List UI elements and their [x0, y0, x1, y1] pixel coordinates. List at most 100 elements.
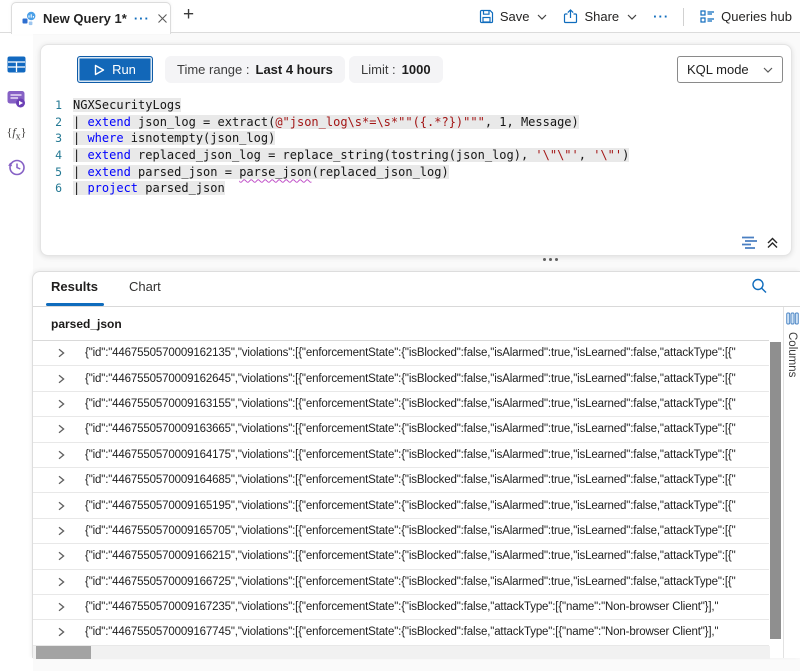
table-row[interactable]: {"id":"4467550570009165195","violations"…	[33, 493, 769, 518]
expand-row-icon[interactable]	[56, 577, 66, 587]
share-button[interactable]: Share	[563, 9, 637, 24]
saved-scripts-icon[interactable]	[7, 89, 26, 108]
table-row[interactable]: {"id":"4467550570009163665","violations"…	[33, 417, 769, 442]
app-icon	[21, 11, 37, 27]
code-line[interactable]: 5| extend parsed_json = parse_json(repla…	[41, 163, 785, 180]
row-json-text: {"id":"4467550570009165195","violations"…	[85, 500, 736, 512]
vertical-scrollbar[interactable]	[770, 342, 781, 645]
run-button[interactable]: Run	[77, 56, 153, 83]
collapse-editor-icon[interactable]	[766, 237, 779, 249]
expand-row-icon[interactable]	[56, 627, 66, 637]
code-text: | extend parsed_json = parse_json(replac…	[73, 165, 449, 179]
query-editor-card: Run Time range : Last 4 hours Limit : 10…	[40, 44, 792, 256]
row-json-text: {"id":"4467550570009166215","violations"…	[85, 550, 736, 562]
code-line[interactable]: 3| where isnotempty(json_log)	[41, 130, 785, 147]
table-row[interactable]: {"id":"4467550570009166215","violations"…	[33, 544, 769, 569]
table-row[interactable]: {"id":"4467550570009167235","violations"…	[33, 595, 769, 620]
expand-row-icon[interactable]	[56, 526, 66, 536]
code-text: | where isnotempty(json_log)	[73, 131, 275, 145]
panel-resize-handle[interactable]	[543, 258, 558, 261]
table-row[interactable]: {"id":"4467550570009167745","violations"…	[33, 620, 769, 645]
query-tab[interactable]: New Query 1* ···	[11, 2, 171, 34]
save-icon	[479, 9, 494, 24]
table-row[interactable]: {"id":"4467550570009162645","violations"…	[33, 366, 769, 391]
line-number: 2	[41, 115, 73, 129]
expand-row-icon[interactable]	[56, 551, 66, 561]
horizontal-scrollbar[interactable]	[33, 646, 770, 659]
table-row[interactable]: {"id":"4467550570009166725","violations"…	[33, 570, 769, 595]
kql-mode-value: KQL mode	[687, 62, 749, 77]
expand-row-icon[interactable]	[56, 501, 66, 511]
save-chevron-down-icon[interactable]	[537, 14, 547, 20]
tab-chart[interactable]: Chart	[129, 279, 161, 294]
column-header-row[interactable]: parsed_json	[33, 307, 769, 341]
kql-mode-chevron-down-icon	[763, 67, 773, 73]
line-number: 5	[41, 165, 73, 179]
share-chevron-down-icon[interactable]	[627, 14, 637, 20]
kql-mode-select[interactable]: KQL mode	[677, 56, 783, 83]
table-explorer-icon[interactable]	[7, 55, 26, 74]
editor-tools	[741, 236, 779, 249]
expand-row-icon[interactable]	[56, 424, 66, 434]
queries-hub-button[interactable]: Queries hub	[700, 9, 792, 24]
top-actions: Save Share ···	[463, 0, 792, 33]
share-icon	[563, 9, 578, 24]
row-json-text: {"id":"4467550570009166725","violations"…	[85, 576, 736, 588]
row-json-text: {"id":"4467550570009167235","violations"…	[85, 601, 718, 613]
more-dots-icon: ···	[653, 10, 669, 23]
queries-hub-label: Queries hub	[721, 9, 792, 24]
limit-pill[interactable]: Limit : 1000	[349, 56, 443, 83]
line-number: 6	[41, 181, 73, 195]
actions-divider	[683, 8, 684, 26]
functions-icon[interactable]: {fx}	[7, 124, 26, 143]
row-json-text: {"id":"4467550570009163155","violations"…	[85, 398, 736, 410]
left-sidebar: {fx}	[0, 33, 33, 671]
table-row[interactable]: {"id":"4467550570009164685","violations"…	[33, 468, 769, 493]
line-number: 3	[41, 131, 73, 145]
row-json-text: {"id":"4467550570009167745","violations"…	[85, 626, 718, 638]
active-tab-underline	[46, 303, 104, 306]
time-range-pill[interactable]: Time range : Last 4 hours	[165, 56, 345, 83]
code-line[interactable]: 2| extend json_log = extract(@"json_log\…	[41, 114, 785, 131]
table-row[interactable]: {"id":"4467550570009162135","violations"…	[33, 341, 769, 366]
query-history-icon[interactable]	[7, 158, 26, 177]
results-tab-bar: Results Chart	[33, 272, 800, 307]
tab-results[interactable]: Results	[51, 279, 98, 294]
results-panel: Results Chart parsed_json {"id":"4467550…	[32, 271, 800, 658]
columns-panel-tab[interactable]: Columns	[783, 307, 800, 658]
table-row[interactable]: {"id":"4467550570009163155","violations"…	[33, 392, 769, 417]
app-window: Save Share ···	[0, 0, 800, 671]
columns-icon	[786, 312, 799, 325]
tab-close-icon[interactable]	[157, 13, 168, 24]
expand-row-icon[interactable]	[56, 450, 66, 460]
row-json-text: {"id":"4467550570009164175","violations"…	[85, 449, 736, 461]
results-rows: {"id":"4467550570009162135","violations"…	[33, 341, 769, 646]
expand-row-icon[interactable]	[56, 348, 66, 358]
save-button[interactable]: Save	[479, 9, 548, 24]
expand-row-icon[interactable]	[56, 602, 66, 612]
search-icon[interactable]	[751, 278, 768, 295]
table-row[interactable]: {"id":"4467550570009165705","violations"…	[33, 519, 769, 544]
code-line[interactable]: 1NGXSecurityLogs	[41, 97, 785, 114]
expand-row-icon[interactable]	[56, 399, 66, 409]
code-lines[interactable]: 1NGXSecurityLogs2| extend json_log = ext…	[41, 97, 785, 197]
new-tab-button[interactable]: +	[183, 4, 194, 26]
code-text: | extend json_log = extract(@"json_log\s…	[73, 115, 579, 129]
format-query-icon[interactable]	[741, 236, 757, 249]
columns-panel-label: Columns	[786, 332, 798, 377]
more-actions-button[interactable]: ···	[653, 10, 669, 23]
row-json-text: {"id":"4467550570009162645","violations"…	[85, 373, 736, 385]
limit-label: Limit :	[361, 62, 396, 77]
code-line[interactable]: 4| extend replaced_json_log = replace_st…	[41, 147, 785, 164]
vertical-scrollbar-thumb[interactable]	[770, 342, 781, 639]
table-row[interactable]: {"id":"4467550570009164175","violations"…	[33, 443, 769, 468]
code-line[interactable]: 6| project parsed_json	[41, 180, 785, 197]
column-header-parsed-json: parsed_json	[51, 317, 122, 331]
run-play-icon	[94, 64, 105, 76]
expand-row-icon[interactable]	[56, 374, 66, 384]
expand-row-icon[interactable]	[56, 475, 66, 485]
tab-more-icon[interactable]: ···	[134, 12, 150, 25]
tab-title: New Query 1*	[43, 11, 127, 26]
horizontal-scrollbar-thumb[interactable]	[36, 646, 91, 659]
functions-fx-glyph: {fx}	[7, 125, 27, 142]
